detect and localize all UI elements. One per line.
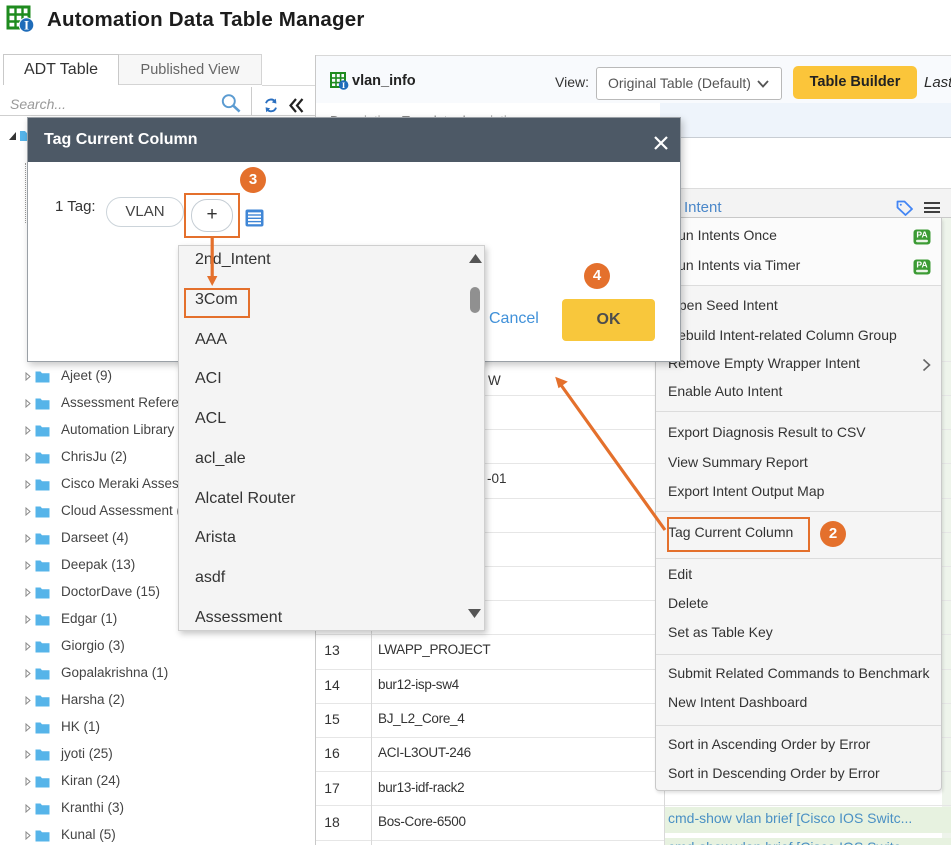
svg-text:I: I bbox=[24, 18, 29, 33]
svg-text:PA: PA bbox=[916, 260, 927, 270]
svg-text:PA: PA bbox=[916, 230, 927, 240]
